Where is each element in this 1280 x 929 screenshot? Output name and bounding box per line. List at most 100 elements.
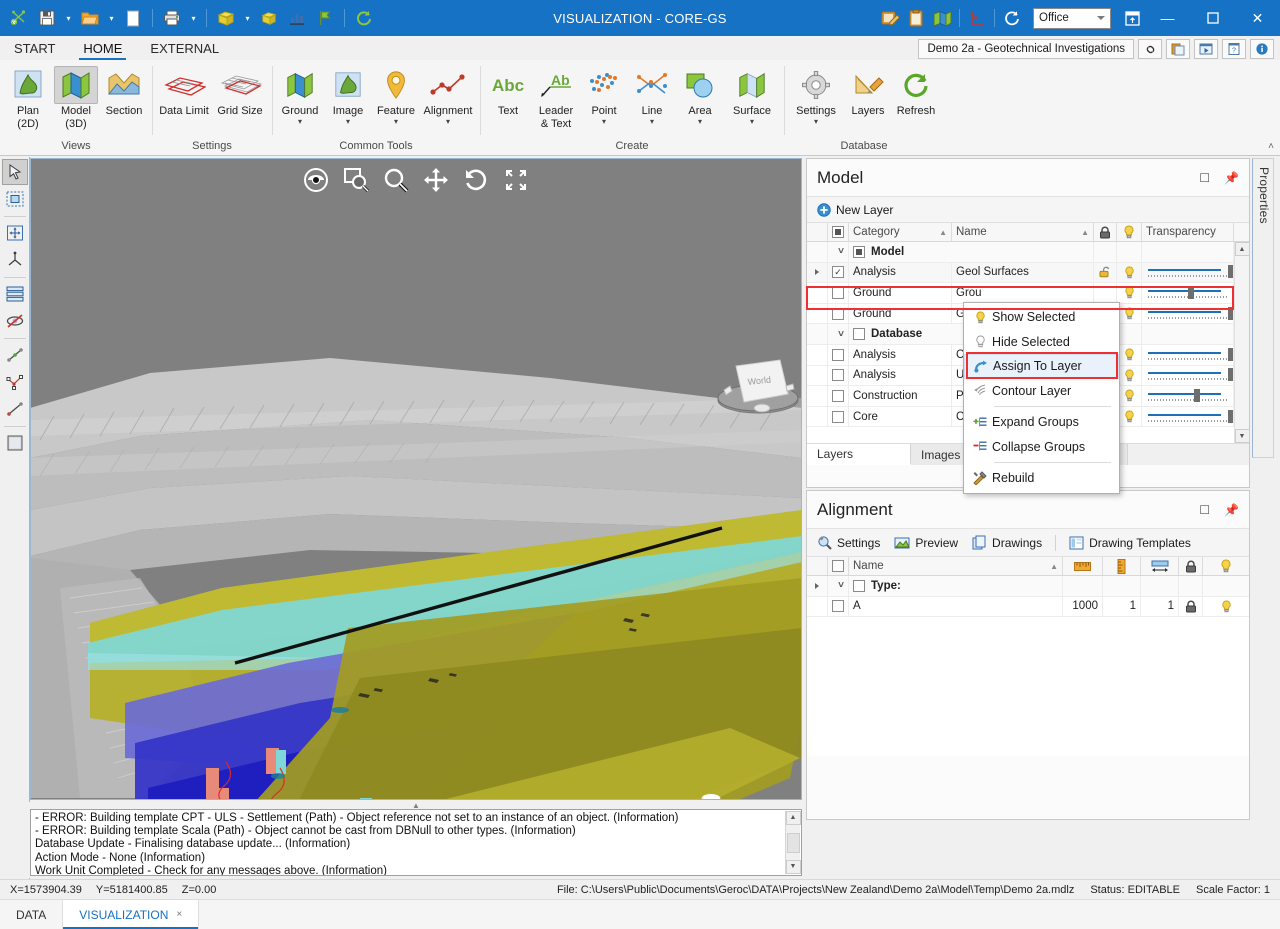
expander-icon[interactable]: ˅ xyxy=(838,329,844,340)
row-checkbox[interactable] xyxy=(832,286,844,299)
grid-col-lock[interactable] xyxy=(1094,223,1117,241)
transparency-slider[interactable] xyxy=(1146,347,1233,363)
measure-line-tool[interactable] xyxy=(2,342,28,368)
select-all-checkbox[interactable] xyxy=(832,226,844,238)
ribbon-line-button[interactable]: Line ▾ xyxy=(628,64,676,126)
table-row[interactable]: ˅ Model xyxy=(807,242,1249,263)
alignment-select-all[interactable] xyxy=(828,557,849,575)
alignment-preview-button[interactable]: Preview xyxy=(890,536,962,550)
model-grid-scrollbar[interactable]: ▲ ▼ xyxy=(1234,242,1250,443)
model-dropdown-caret[interactable]: ▾ xyxy=(241,5,254,31)
row-checkbox[interactable] xyxy=(853,245,865,258)
table-row[interactable]: Ground Grou xyxy=(807,283,1249,304)
alignment-drawings-button[interactable]: Drawings xyxy=(968,535,1046,550)
ribbon-ground-button[interactable]: Ground ▾ xyxy=(276,64,324,126)
alignment-col-vscale[interactable] xyxy=(1103,557,1141,575)
ribbon-grid-size-button[interactable]: Grid Size xyxy=(212,64,268,117)
row-checkbox[interactable] xyxy=(832,600,844,613)
grid-col-select-all[interactable] xyxy=(828,223,849,241)
zoom-extents-icon[interactable] xyxy=(502,166,530,194)
ribbon-point-button[interactable]: Point ▾ xyxy=(580,64,628,126)
ribbon-collapse-button[interactable]: ˄ xyxy=(1268,141,1274,152)
yellow-box2-icon[interactable] xyxy=(256,5,282,31)
doc-tab-data[interactable]: DATA xyxy=(0,900,64,929)
office-select[interactable]: Office xyxy=(1033,7,1111,29)
ribbon-plan-2d-button[interactable]: Plan (2D) xyxy=(4,64,52,130)
context-menu-item-hide-selected[interactable]: Hide Selected xyxy=(964,330,1119,355)
ribbon-alignment-button[interactable]: Alignment ▾ xyxy=(420,64,476,126)
tab-layers[interactable]: Layers xyxy=(807,444,911,465)
axis-icon[interactable] xyxy=(964,5,990,31)
row-checkbox[interactable] xyxy=(832,389,844,402)
grid-col-category[interactable]: Category ▲ xyxy=(849,223,952,241)
map-icon[interactable] xyxy=(929,5,955,31)
context-menu-item-collapse-groups[interactable]: Collapse Groups xyxy=(964,435,1119,460)
edit-note-icon[interactable] xyxy=(877,5,903,31)
pan-icon[interactable] xyxy=(422,166,450,194)
link-icon[interactable] xyxy=(1138,39,1162,59)
scroll-down-icon[interactable]: ▼ xyxy=(785,860,801,874)
alignment-grid-body[interactable]: ˅ Type: A 1000 1 1 xyxy=(807,576,1249,756)
expander-icon[interactable]: ˅ xyxy=(838,246,844,257)
context-menu-item-expand-groups[interactable]: Expand Groups xyxy=(964,410,1119,435)
transparency-slider[interactable] xyxy=(1146,264,1233,280)
ribbon-settings-button[interactable]: Settings ▾ xyxy=(788,64,844,126)
layer-context-menu[interactable]: Show Selected Hide Selected Assign To La… xyxy=(963,302,1120,494)
scroll-up-icon[interactable]: ▲ xyxy=(785,811,801,825)
tab-home[interactable]: HOME xyxy=(69,39,136,60)
chevron-down-icon[interactable]: ▾ xyxy=(650,117,654,126)
close-button[interactable]: ✕ xyxy=(1235,0,1280,36)
print-icon[interactable] xyxy=(159,5,185,31)
table-row[interactable]: ˅ Type: xyxy=(807,576,1249,597)
open-folder-icon[interactable] xyxy=(77,5,103,31)
alignment-col-width[interactable] xyxy=(1141,557,1179,575)
new-layer-button[interactable]: New Layer xyxy=(813,203,897,217)
ribbon-feature-button[interactable]: Feature ▾ xyxy=(372,64,420,126)
polyline-node-tool[interactable] xyxy=(2,369,28,395)
ribbon-layers-button[interactable]: Layers xyxy=(844,64,892,117)
row-checkbox[interactable]: ✓ xyxy=(832,266,844,279)
geo-tool-icon[interactable]: G xyxy=(6,5,32,31)
transparency-slider[interactable] xyxy=(1146,388,1229,404)
ribbon-section-button[interactable]: Section xyxy=(100,64,148,117)
context-menu-item-contour-layer[interactable]: Contour Layer xyxy=(964,379,1119,404)
view-eye-icon[interactable] xyxy=(302,166,330,194)
segment-tool[interactable] xyxy=(2,396,28,422)
ribbon-data-limit-button[interactable]: Data Limit xyxy=(156,64,212,117)
context-menu-item-assign-to-layer[interactable]: Assign To Layer xyxy=(964,354,1119,379)
no-orbit-tool[interactable] xyxy=(2,308,28,334)
video-icon[interactable] xyxy=(1194,39,1218,59)
float-panel-icon[interactable]: ☐ xyxy=(1199,171,1210,185)
paste-icon[interactable] xyxy=(1166,39,1190,59)
alignment-col-lock[interactable] xyxy=(1179,557,1203,575)
new-document-icon[interactable] xyxy=(120,5,146,31)
minimize-button[interactable]: — xyxy=(1145,0,1190,36)
chevron-down-icon[interactable]: ▾ xyxy=(750,117,754,126)
zoom-window-icon[interactable] xyxy=(342,166,370,194)
scroll-up-icon[interactable]: ▲ xyxy=(1234,242,1250,256)
log-messages[interactable]: - ERROR: Building template CPT - ULS - S… xyxy=(30,809,802,876)
ribbon-refresh-button[interactable]: Refresh xyxy=(892,64,940,117)
clipboard-icon[interactable] xyxy=(903,5,929,31)
scrollbar-thumb[interactable] xyxy=(786,832,800,853)
row-checkbox[interactable] xyxy=(832,410,844,423)
maximize-button[interactable] xyxy=(1190,0,1235,36)
transparency-slider[interactable] xyxy=(1146,409,1233,425)
save-dropdown-caret[interactable]: ▾ xyxy=(62,5,75,31)
chevron-down-icon[interactable]: ▾ xyxy=(446,117,450,126)
axis-tripod-tool[interactable] xyxy=(2,247,28,273)
tab-external[interactable]: EXTERNAL xyxy=(136,39,233,60)
bar-chart-icon[interactable] xyxy=(284,5,310,31)
ribbon-text-button[interactable]: Abc Text xyxy=(484,64,532,117)
expander-icon[interactable] xyxy=(815,269,819,276)
grid-col-transparency[interactable]: Transparency xyxy=(1142,223,1234,241)
ribbon-area-button[interactable]: Area ▾ xyxy=(676,64,724,126)
grid-col-name[interactable]: Name ▲ xyxy=(952,223,1094,241)
context-menu-item-rebuild[interactable]: Rebuild xyxy=(964,466,1119,491)
chevron-down-icon[interactable]: ▾ xyxy=(698,117,702,126)
flag-icon[interactable] xyxy=(312,5,338,31)
transparency-slider[interactable] xyxy=(1146,285,1229,301)
ribbon-surface-button[interactable]: Surface ▾ xyxy=(724,64,780,126)
project-tab[interactable]: Demo 2a - Geotechnical Investigations xyxy=(918,39,1134,59)
row-checkbox[interactable] xyxy=(832,348,844,361)
